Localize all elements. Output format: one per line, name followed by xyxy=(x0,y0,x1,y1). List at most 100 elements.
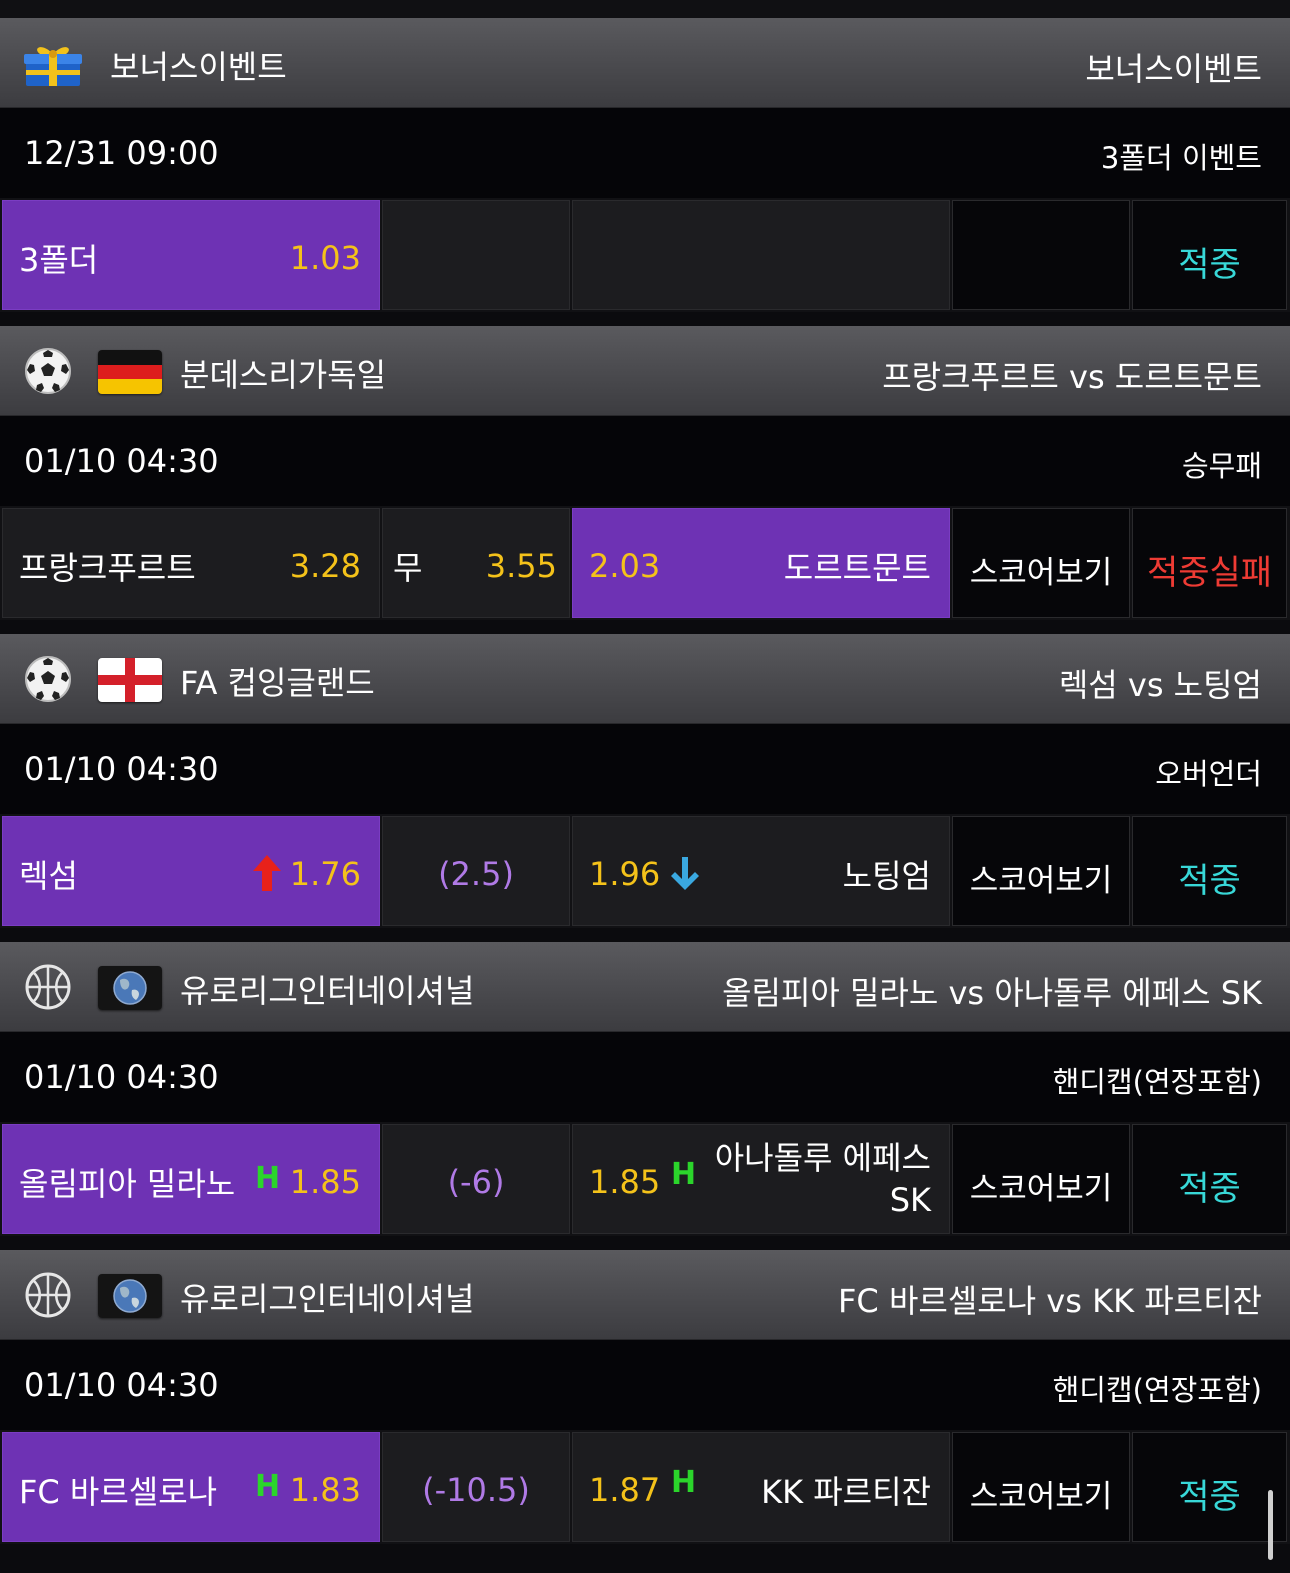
bet-result: 적중 xyxy=(1178,1477,1241,1517)
home-team-name: 프랑크푸르트 xyxy=(19,549,196,587)
bet-result: 적중 xyxy=(1178,861,1241,901)
empty-cell xyxy=(382,200,570,310)
home-odds-button[interactable]: 3폴더 1.03 xyxy=(2,200,380,310)
home-team-name: 올림피아 밀라노 xyxy=(19,1165,236,1203)
basketball-icon xyxy=(25,964,71,1010)
match-info-bar: 01/10 04:30 오버언더 xyxy=(0,724,1290,814)
bet-result: 적중 xyxy=(1178,245,1241,285)
draw-label: 무 xyxy=(393,549,423,587)
market-type: 핸디캡(연장포함) xyxy=(1052,1373,1262,1407)
away-odd-value: 2.03 xyxy=(589,547,661,585)
odds-row: 3폴더 1.03 적중 xyxy=(0,198,1290,312)
result-cell: 적중 xyxy=(1132,1432,1287,1542)
match-title: FC 바르셀로나 vs KK 파르티잔 xyxy=(838,1282,1262,1320)
home-team-name: 3폴더 xyxy=(19,241,99,279)
over-under-line: (2.5) xyxy=(438,855,514,893)
line-cell: (2.5) xyxy=(382,816,570,926)
match-info-bar: 01/10 04:30 핸디캡(연장포함) xyxy=(0,1340,1290,1430)
home-odds-button[interactable]: FC 바르셀로나 H 1.83 xyxy=(2,1432,380,1542)
home-odds-button[interactable]: 올림피아 밀라노 H 1.85 xyxy=(2,1124,380,1234)
bet-result: 적중실패 xyxy=(1146,553,1273,593)
match-info-bar: 12/31 09:00 3폴더 이벤트 xyxy=(0,108,1290,198)
odds-row: FC 바르셀로나 H 1.83 (-10.5) 1.87 H KK 파르티잔 스… xyxy=(0,1430,1290,1544)
score-view-button[interactable]: 스코어보기 xyxy=(952,508,1130,618)
match-info-bar: 01/10 04:30 승무패 xyxy=(0,416,1290,506)
bet-result: 적중 xyxy=(1178,1169,1241,1209)
result-cell: 적중 xyxy=(1132,816,1287,926)
bet-section-fa-cup: FA 컵잉글랜드 렉섬 vs 노팅엄 01/10 04:30 오버언더 렉섬 1… xyxy=(0,634,1290,942)
handicap-line: (-10.5) xyxy=(422,1471,530,1509)
market-type: 3폴더 이벤트 xyxy=(1100,141,1262,175)
empty-cell xyxy=(952,200,1130,310)
result-cell: 적중 xyxy=(1132,1124,1287,1234)
match-time: 01/10 04:30 xyxy=(24,442,219,480)
league-name: 분데스리가독일 xyxy=(180,356,387,394)
over-odds-button[interactable]: 렉섬 1.76 xyxy=(2,816,380,926)
bet-section-euroleague-1: 유로리그인터네이셔널 올림피아 밀라노 vs 아나돌루 에페스 SK 01/10… xyxy=(0,942,1290,1250)
away-odd-value: 1.85 xyxy=(589,1163,661,1201)
away-odds-button[interactable]: 1.85 H 아나돌루 에페스 SK xyxy=(572,1124,950,1234)
match-title: 올림피아 밀라노 vs 아나돌루 에페스 SK xyxy=(722,974,1262,1012)
odds-row: 올림피아 밀라노 H 1.85 (-6) 1.85 H 아나돌루 에페스 SK … xyxy=(0,1122,1290,1236)
under-odds-button[interactable]: 1.96 노팅엄 xyxy=(572,816,950,926)
up-arrow-icon xyxy=(253,855,281,891)
match-title: 렉섬 vs 노팅엄 xyxy=(1058,666,1262,704)
market-type: 오버언더 xyxy=(1155,757,1262,791)
handicap-h-icon: H xyxy=(255,1469,281,1504)
basketball-icon xyxy=(25,1272,71,1318)
section-header: 보너스이벤트 보너스이벤트 xyxy=(0,18,1290,108)
globe-icon xyxy=(98,1274,162,1318)
home-odd-value: 1.03 xyxy=(289,239,361,277)
away-team-name-line2: SK xyxy=(889,1181,931,1219)
odds-row: 프랑크푸르트 3.28 무 3.55 2.03 도르트문트 스코어보기 적중실패 xyxy=(0,506,1290,620)
bet-section-euroleague-2: 유로리그인터네이셔널 FC 바르셀로나 vs KK 파르티잔 01/10 04:… xyxy=(0,1250,1290,1558)
away-team-name: 아나돌루 에페스 SK xyxy=(691,1137,931,1221)
empty-cell xyxy=(572,200,950,310)
league-name: 유로리그인터네이셔널 xyxy=(180,972,475,1010)
away-odd-value: 1.96 xyxy=(589,855,661,893)
home-team-name: 렉섬 xyxy=(19,857,78,895)
match-time: 01/10 04:30 xyxy=(24,1058,219,1096)
handicap-h-icon: H xyxy=(671,1465,697,1500)
section-header: 유로리그인터네이셔널 FC 바르셀로나 vs KK 파르티잔 xyxy=(0,1250,1290,1340)
score-view-label: 스코어보기 xyxy=(969,1479,1113,1515)
scrollbar[interactable] xyxy=(1268,1490,1273,1560)
match-title: 프랑크푸르트 vs 도르트문트 xyxy=(882,358,1262,396)
score-view-label: 스코어보기 xyxy=(969,863,1113,899)
draw-odds-button[interactable]: 무 3.55 xyxy=(382,508,570,618)
result-cell: 적중 xyxy=(1132,200,1287,310)
score-view-label: 스코어보기 xyxy=(969,555,1113,591)
league-name: 보너스이벤트 xyxy=(110,48,287,86)
line-cell: (-10.5) xyxy=(382,1432,570,1542)
home-odd-value: 1.85 xyxy=(289,1163,361,1201)
score-view-button[interactable]: 스코어보기 xyxy=(952,1432,1130,1542)
germany-flag-icon xyxy=(98,350,162,394)
england-flag-icon xyxy=(98,658,162,702)
score-view-button[interactable]: 스코어보기 xyxy=(952,1124,1130,1234)
away-team-name: 노팅엄 xyxy=(842,857,931,895)
home-odds-button[interactable]: 프랑크푸르트 3.28 xyxy=(2,508,380,618)
away-odd-value: 1.87 xyxy=(589,1471,661,1509)
away-odds-button[interactable]: 2.03 도르트문트 xyxy=(572,508,950,618)
soccer-ball-icon xyxy=(25,656,71,702)
league-name: 유로리그인터네이셔널 xyxy=(180,1280,475,1318)
market-type: 핸디캡(연장포함) xyxy=(1052,1065,1262,1099)
away-odds-button[interactable]: 1.87 H KK 파르티잔 xyxy=(572,1432,950,1542)
draw-odd-value: 3.55 xyxy=(485,547,557,585)
home-odd-value: 1.76 xyxy=(289,855,361,893)
score-view-button[interactable]: 스코어보기 xyxy=(952,816,1130,926)
home-odd-value: 3.28 xyxy=(289,547,361,585)
match-time: 12/31 09:00 xyxy=(24,134,219,172)
away-team-name: KK 파르티잔 xyxy=(761,1473,931,1511)
score-view-label: 스코어보기 xyxy=(969,1171,1113,1207)
bet-section-bundesliga: 분데스리가독일 프랑크푸르트 vs 도르트문트 01/10 04:30 승무패 … xyxy=(0,326,1290,634)
home-odd-value: 1.83 xyxy=(289,1471,361,1509)
handicap-h-icon: H xyxy=(255,1161,281,1196)
globe-icon xyxy=(98,966,162,1010)
away-team-name-line1: 아나돌루 에페스 xyxy=(714,1139,931,1177)
match-time: 01/10 04:30 xyxy=(24,1366,219,1404)
section-header: FA 컵잉글랜드 렉섬 vs 노팅엄 xyxy=(0,634,1290,724)
section-header: 유로리그인터네이셔널 올림피아 밀라노 vs 아나돌루 에페스 SK xyxy=(0,942,1290,1032)
bet-section-bonus: 보너스이벤트 보너스이벤트 12/31 09:00 3폴더 이벤트 3폴더 1.… xyxy=(0,18,1290,326)
down-arrow-icon xyxy=(671,857,699,890)
